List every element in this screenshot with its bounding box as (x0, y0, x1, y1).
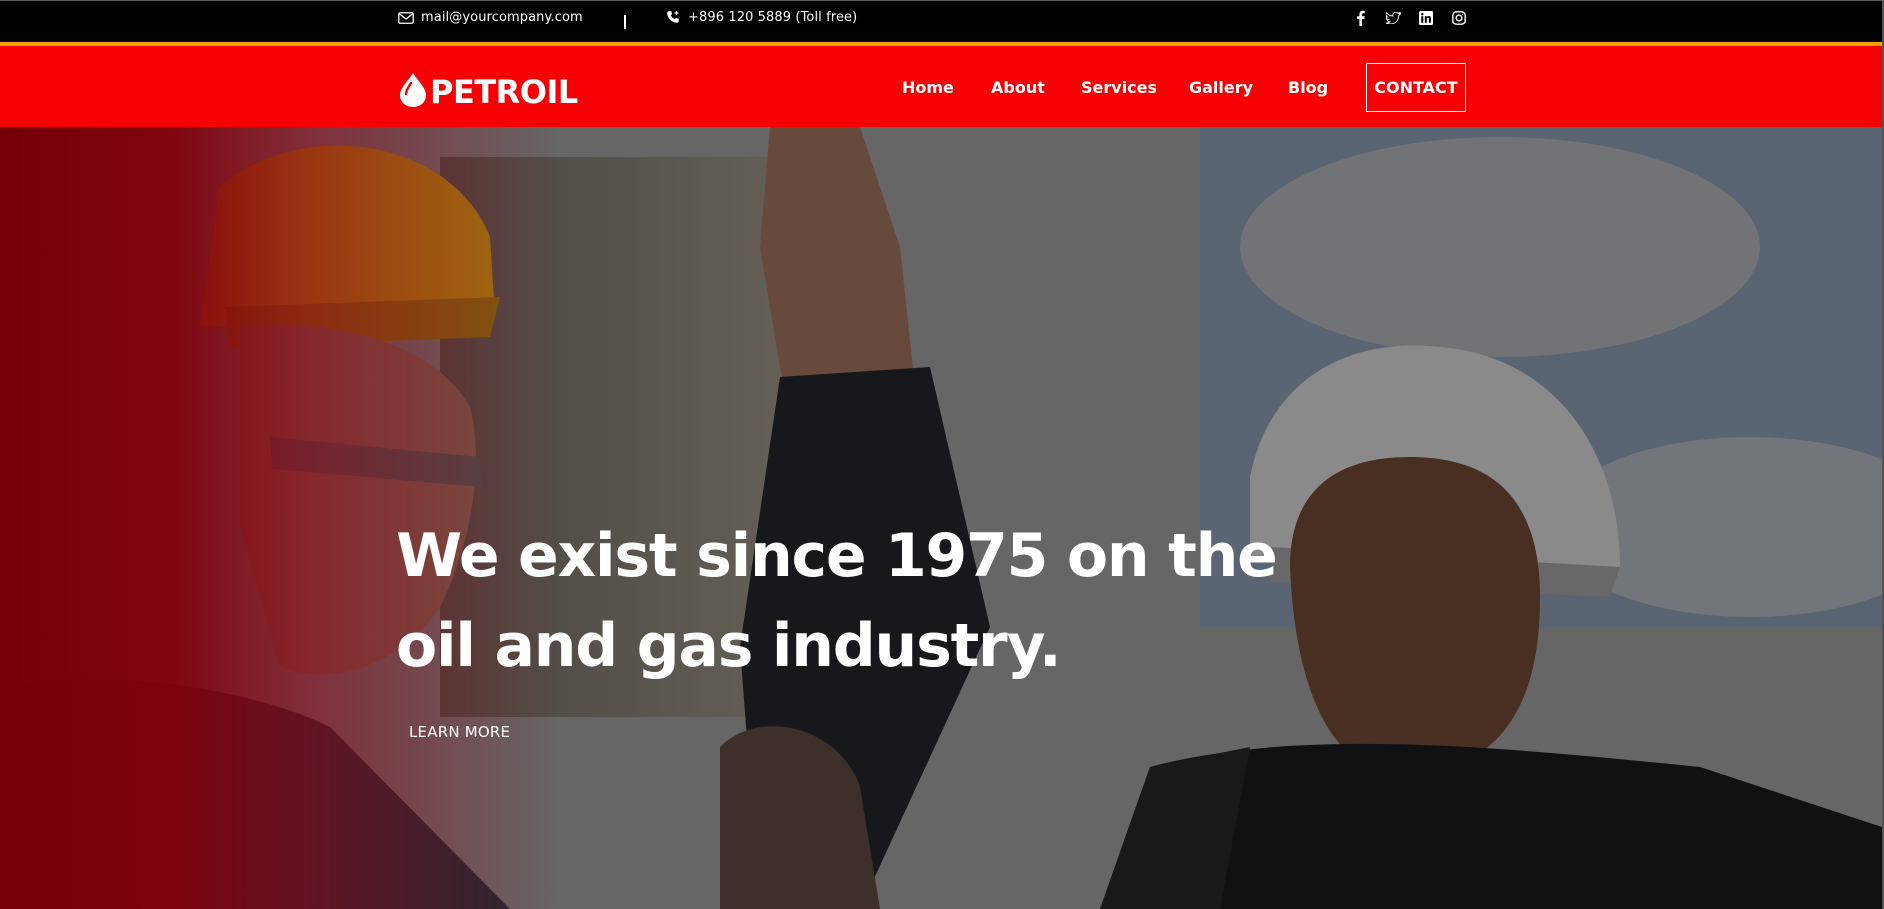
page: mail@yourcompany.com +896 120 5889 (Toll… (0, 0, 1884, 909)
nav-item-services[interactable]: Services (1081, 78, 1157, 97)
twitter-icon[interactable] (1384, 9, 1402, 27)
topbar-divider (624, 15, 626, 29)
nav-item-gallery[interactable]: Gallery (1189, 78, 1253, 97)
contact-button-label: CONTACT (1374, 78, 1458, 97)
linkedin-icon[interactable] (1417, 9, 1435, 27)
email-text: mail@yourcompany.com (421, 10, 583, 25)
facebook-icon[interactable] (1351, 9, 1369, 27)
hero-headline: We exist since 1975 on the oil and gas i… (396, 511, 1296, 691)
learn-more-link[interactable]: LEARN MORE (409, 723, 510, 741)
hero-headline-line-2: oil and gas industry. (396, 611, 1062, 681)
top-bar: mail@yourcompany.com +896 120 5889 (Toll… (0, 0, 1882, 46)
nav-links: Home About Services Gallery Blog (0, 46, 1882, 127)
mail-icon (398, 11, 414, 24)
contact-email[interactable]: mail@yourcompany.com (398, 10, 583, 25)
hero-section: We exist since 1975 on the oil and gas i… (0, 127, 1882, 909)
navbar: PETROIL Home About Services Gallery Blog… (0, 46, 1882, 127)
nav-item-about[interactable]: About (991, 78, 1045, 97)
nav-item-home[interactable]: Home (902, 78, 954, 97)
contact-phone[interactable]: +896 120 5889 (Toll free) (666, 10, 857, 25)
contact-button[interactable]: CONTACT (1366, 63, 1466, 112)
nav-item-blog[interactable]: Blog (1288, 78, 1328, 97)
instagram-icon[interactable] (1450, 9, 1468, 27)
hero-headline-line-1: We exist since 1975 on the (396, 521, 1278, 591)
phone-text: +896 120 5889 (Toll free) (688, 10, 858, 25)
phone-icon (666, 10, 681, 25)
